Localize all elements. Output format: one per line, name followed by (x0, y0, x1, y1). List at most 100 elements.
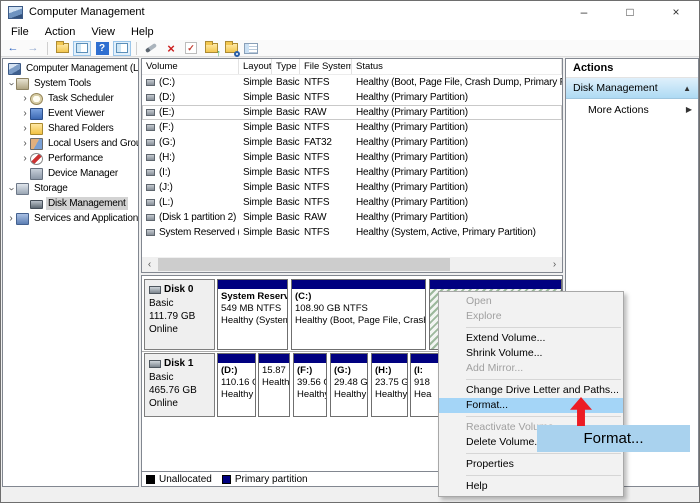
table-row[interactable]: (L:) Simple Basic NTFS Healthy (Primary … (142, 195, 562, 210)
chevron-right-icon[interactable]: › (6, 214, 16, 224)
format-callout: Format... (537, 425, 690, 452)
context-wand-button[interactable] (142, 41, 160, 56)
horizontal-scrollbar[interactable]: ‹ › (142, 257, 562, 272)
chevron-down-icon[interactable]: › (6, 184, 16, 194)
table-row[interactable]: (D:) Simple Basic NTFS Healthy (Primary … (142, 90, 562, 105)
chevron-down-icon[interactable]: › (6, 79, 16, 89)
partition-g[interactable]: (G:) 29.48 G Healthy (330, 353, 368, 417)
table-row[interactable]: (C:) Simple Basic NTFS Healthy (Boot, Pa… (142, 75, 562, 90)
folder-up-button[interactable]: ↑ (202, 41, 220, 56)
explore-button[interactable] (222, 41, 240, 56)
show-action-pane-button[interactable] (113, 41, 131, 56)
menu-item-explore[interactable]: Explore (439, 309, 623, 324)
tree-item-performance[interactable]: › Performance (3, 151, 138, 166)
volume-cell: (J:) (142, 182, 239, 193)
table-row[interactable]: (J:) Simple Basic NTFS Healthy (Primary … (142, 180, 562, 195)
partition-h[interactable]: (H:) 23.75 G Healthy (371, 353, 408, 417)
chevron-right-icon[interactable]: › (20, 124, 30, 134)
scrollbar-thumb[interactable] (158, 258, 450, 271)
chevron-right-icon[interactable]: › (20, 94, 30, 104)
partition-f[interactable]: (F:) 39.56 G Healthy (293, 353, 327, 417)
menu-view[interactable]: View (83, 23, 123, 40)
export-list-button[interactable] (53, 41, 71, 56)
table-row[interactable]: (E:) Simple Basic RAW Healthy (Primary P… (142, 105, 562, 120)
menu-item-shrink-volume[interactable]: Shrink Volume... (439, 346, 623, 361)
actions-group-disk-management[interactable]: Disk Management ▲ (566, 78, 698, 99)
help-button[interactable]: ? (93, 41, 111, 56)
table-row[interactable]: (F:) Simple Basic NTFS Healthy (Primary … (142, 120, 562, 135)
chevron-right-icon[interactable]: › (20, 109, 30, 119)
partition-c[interactable]: (C:) 108.90 GB NTFS Healthy (Boot, Page … (291, 279, 426, 350)
disk-size: 111.79 GB (149, 310, 210, 323)
show-console-tree-button[interactable] (73, 41, 91, 56)
column-header-status[interactable]: Status (352, 59, 562, 74)
layout-cell: Simple (239, 77, 272, 88)
details-button[interactable] (242, 41, 260, 56)
menu-item-open[interactable]: Open (439, 294, 623, 309)
more-actions-item[interactable]: More Actions ▶ (566, 99, 698, 120)
chevron-right-icon[interactable]: › (20, 139, 30, 149)
back-button[interactable]: ← (4, 41, 22, 56)
partition-status: Hea (414, 389, 436, 401)
status-cell: Healthy (Primary Partition) (352, 137, 562, 148)
collapse-icon[interactable]: ▲ (683, 84, 691, 93)
file-system-cell: RAW (300, 107, 352, 118)
tree-item-task-scheduler[interactable]: › Task Scheduler (3, 91, 138, 106)
minimize-button[interactable]: – (561, 1, 607, 23)
tree-item-computer-management[interactable]: Computer Management (Local (3, 61, 138, 76)
table-row[interactable]: System Reserved (K:) Simple Basic NTFS H… (142, 225, 562, 240)
menu-item-properties[interactable]: Properties (439, 457, 623, 472)
volume-name: (E:) (159, 107, 174, 118)
menu-item-change-drive-letter[interactable]: Change Drive Letter and Paths... (439, 383, 623, 398)
status-cell: Healthy (Primary Partition) (352, 92, 562, 103)
column-header-file-system[interactable]: File System (300, 59, 352, 74)
partition-d[interactable]: (D:) 110.16 G Healthy (217, 353, 256, 417)
scroll-right-arrow[interactable]: › (547, 257, 562, 272)
delete-button[interactable]: × (162, 41, 180, 56)
menu-help[interactable]: Help (123, 23, 162, 40)
menu-item-extend-volume[interactable]: Extend Volume... (439, 331, 623, 346)
tree-item-device-manager[interactable]: › Device Manager (3, 166, 138, 181)
tree-item-services-applications[interactable]: › Services and Applications (3, 211, 138, 226)
primary-partition-swatch (222, 475, 231, 484)
chevron-right-icon[interactable]: › (20, 154, 30, 164)
disk-1-label[interactable]: Disk 1 Basic 465.76 GB Online (144, 353, 215, 417)
column-header-type[interactable]: Type (272, 59, 300, 74)
volume-icon (146, 124, 155, 131)
partition-disk1-p2[interactable]: 15.87 ( Health (258, 353, 290, 417)
tree-item-storage[interactable]: › Storage (3, 181, 138, 196)
table-row[interactable]: (Disk 1 partition 2) Simple Basic RAW He… (142, 210, 562, 225)
check-list-button[interactable]: ✓ (182, 41, 200, 56)
partition-i[interactable]: (I: 918 Hea (410, 353, 440, 417)
column-header-layout[interactable]: Layout (239, 59, 272, 74)
disk-0-label[interactable]: Disk 0 Basic 111.79 GB Online (144, 279, 215, 350)
primary-partition-strip (218, 354, 255, 363)
title-bar: Computer Management – □ × (1, 1, 699, 23)
menu-item-format[interactable]: Format... (439, 398, 623, 413)
storage-icon (16, 183, 29, 195)
close-button[interactable]: × (653, 1, 699, 23)
menu-item-add-mirror[interactable]: Add Mirror... (439, 361, 623, 376)
event-viewer-icon (30, 108, 43, 120)
table-row[interactable]: (H:) Simple Basic NTFS Healthy (Primary … (142, 150, 562, 165)
forward-button[interactable]: → (24, 41, 42, 56)
maximize-button[interactable]: □ (607, 1, 653, 23)
tree-item-event-viewer[interactable]: › Event Viewer (3, 106, 138, 121)
table-row[interactable]: (G:) Simple Basic FAT32 Healthy (Primary… (142, 135, 562, 150)
menu-item-help[interactable]: Help (439, 479, 623, 494)
tree-item-disk-management[interactable]: › Disk Management (3, 196, 138, 211)
volume-cell: (E:) (142, 107, 239, 118)
tree-item-system-tools[interactable]: › System Tools (3, 76, 138, 91)
scroll-left-arrow[interactable]: ‹ (142, 257, 157, 272)
type-cell: Basic (272, 77, 300, 88)
column-header-volume[interactable]: Volume (142, 59, 239, 74)
table-row[interactable]: (I:) Simple Basic NTFS Healthy (Primary … (142, 165, 562, 180)
tree-item-local-users-groups[interactable]: › Local Users and Groups (3, 136, 138, 151)
file-system-cell: NTFS (300, 227, 352, 238)
primary-partition-strip (411, 354, 439, 363)
computer-management-icon (8, 6, 23, 19)
menu-action[interactable]: Action (37, 23, 84, 40)
partition-system-reserved[interactable]: System Reserve 549 MB NTFS Healthy (Syst… (217, 279, 288, 350)
tree-item-shared-folders[interactable]: › Shared Folders (3, 121, 138, 136)
menu-file[interactable]: File (3, 23, 37, 40)
